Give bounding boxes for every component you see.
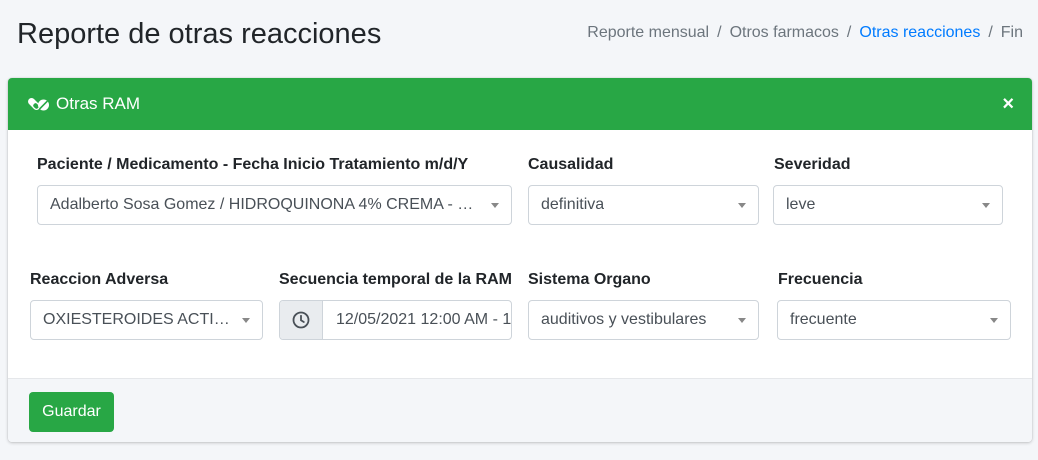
chevron-down-icon xyxy=(982,203,990,208)
pills-icon xyxy=(28,96,50,112)
reaccion-select[interactable]: OXIESTEROIDES ACTIVI… xyxy=(30,300,263,340)
breadcrumb-item-otros-farmacos[interactable]: Otros farmacos xyxy=(730,24,839,42)
chevron-down-icon xyxy=(491,203,499,208)
breadcrumb-item-reporte-mensual[interactable]: Reporte mensual xyxy=(587,24,709,42)
chevron-down-icon xyxy=(738,203,746,208)
secuencia-label: Secuencia temporal de la RAM xyxy=(279,271,512,288)
causalidad-select[interactable]: definitiva xyxy=(528,185,759,225)
frecuencia-select[interactable]: frecuente xyxy=(777,300,1011,340)
causalidad-label: Causalidad xyxy=(528,156,614,173)
sistema-label: Sistema Organo xyxy=(528,271,651,288)
card-title: Otras RAM xyxy=(56,94,141,113)
breadcrumb-separator: / xyxy=(846,24,852,41)
paciente-label: Paciente / Medicamento - Fecha Inicio Tr… xyxy=(37,156,469,173)
secuencia-datetime-field[interactable]: 12/05/2021 12:00 AM - 1 xyxy=(279,300,512,340)
breadcrumb-item-fin[interactable]: Fin xyxy=(1001,24,1023,42)
reaccion-label: Reaccion Adversa xyxy=(30,271,169,288)
otras-ram-card: Otras RAM × Paciente / Medicamento - Fec… xyxy=(8,78,1032,442)
breadcrumb: Reporte mensual / Otros farmacos / Otras… xyxy=(587,24,1023,42)
breadcrumb-separator: / xyxy=(988,24,993,41)
frecuencia-value: frecuente xyxy=(790,311,857,328)
severidad-select[interactable]: leve xyxy=(773,185,1003,225)
sistema-value: auditivos y vestibulares xyxy=(541,311,707,328)
reaccion-value: OXIESTEROIDES ACTIVI… xyxy=(43,311,232,328)
frecuencia-label: Frecuencia xyxy=(778,271,863,288)
chevron-down-icon xyxy=(738,318,746,323)
causalidad-value: definitiva xyxy=(541,196,605,213)
severidad-value: leve xyxy=(786,196,816,213)
sistema-select[interactable]: auditivos y vestibulares xyxy=(528,300,759,340)
paciente-value: Adalberto Sosa Gomez / HIDROQUINONA 4% C… xyxy=(50,196,481,213)
secuencia-input[interactable]: 12/05/2021 12:00 AM - 1 xyxy=(323,301,511,339)
close-icon[interactable]: × xyxy=(1002,94,1014,114)
clock-icon[interactable] xyxy=(280,301,323,339)
card-header: Otras RAM × xyxy=(8,78,1032,130)
chevron-down-icon xyxy=(242,318,250,323)
save-button[interactable]: Guardar xyxy=(29,392,114,432)
severidad-label: Severidad xyxy=(774,156,851,173)
page-title: Reporte de otras reacciones xyxy=(17,18,382,50)
card-footer: Guardar xyxy=(8,378,1032,442)
breadcrumb-item-otras-reacciones[interactable]: Otras reacciones xyxy=(859,24,980,42)
paciente-select[interactable]: Adalberto Sosa Gomez / HIDROQUINONA 4% C… xyxy=(37,185,512,225)
chevron-down-icon xyxy=(990,318,998,323)
breadcrumb-separator: / xyxy=(717,24,722,41)
